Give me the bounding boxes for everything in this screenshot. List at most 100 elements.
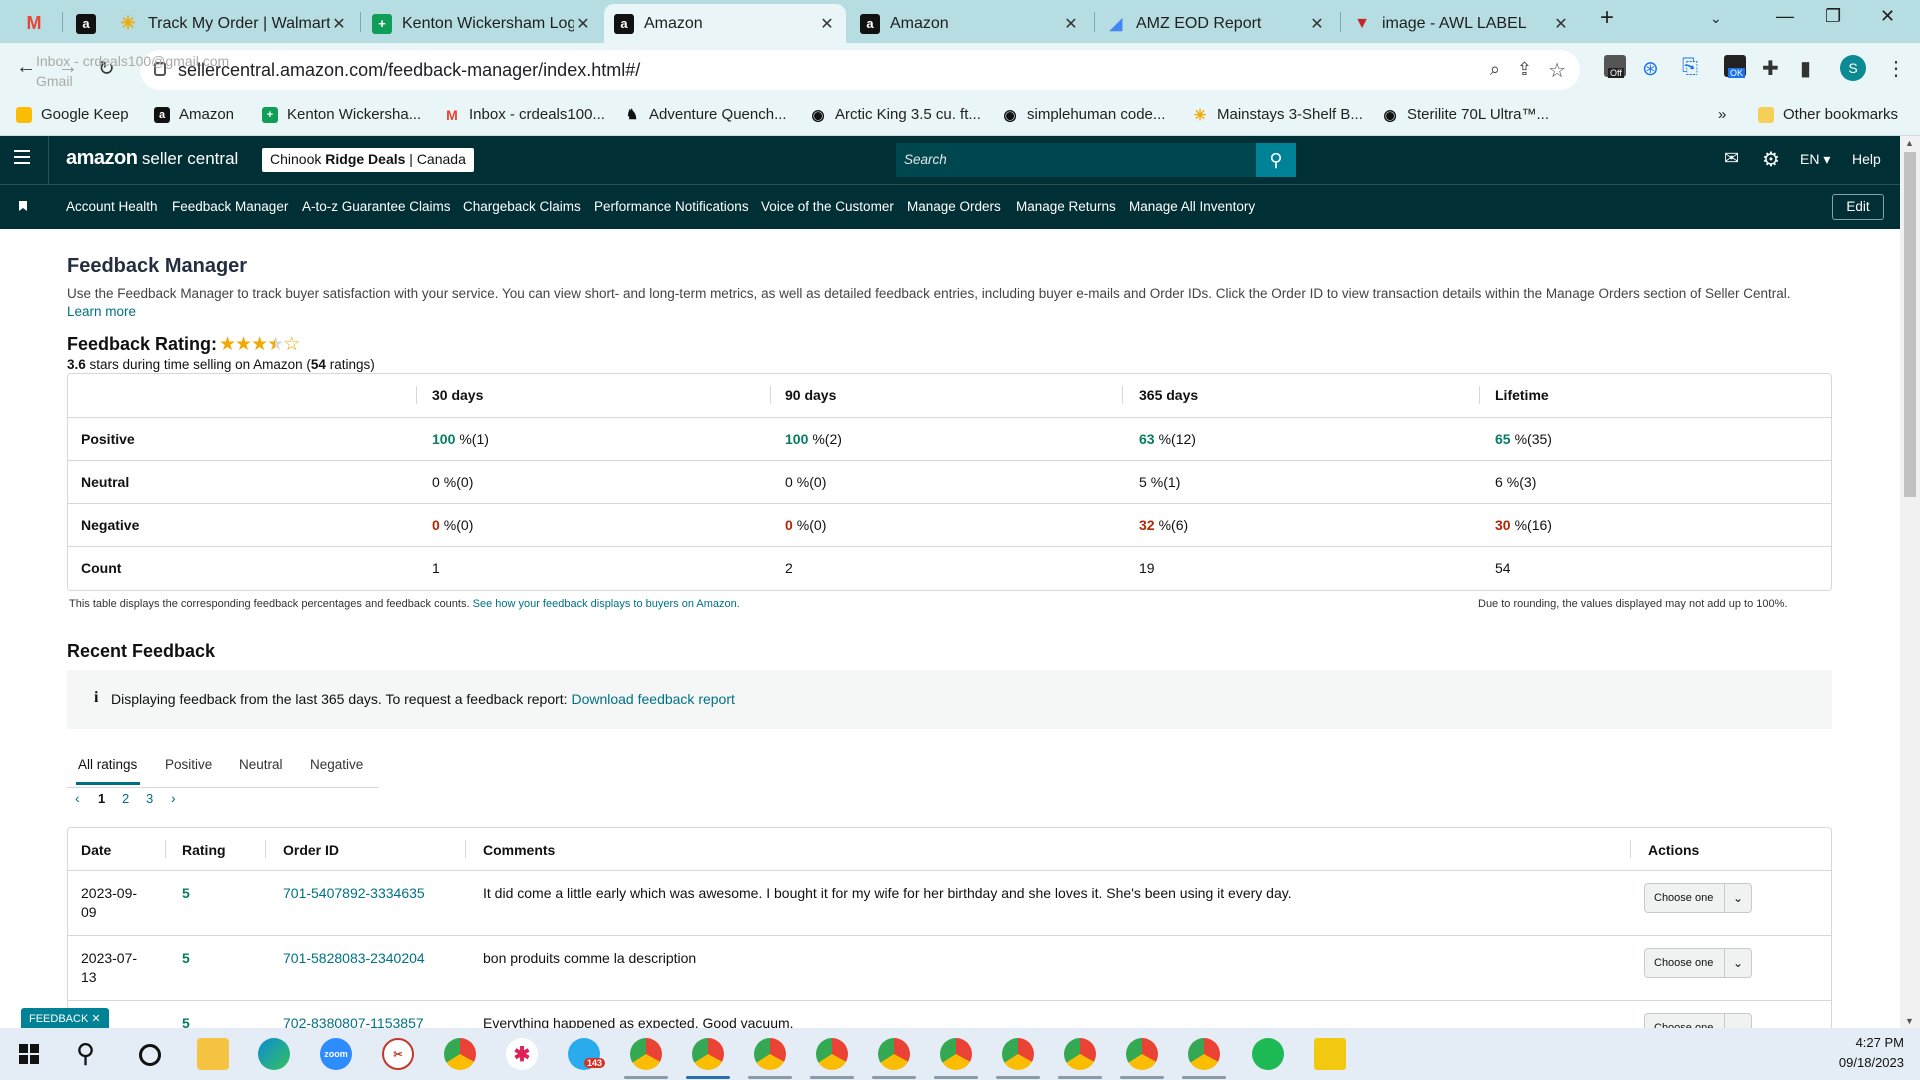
task-view-icon[interactable] [139, 1044, 161, 1066]
bookmark-google-keep[interactable]: Google Keep [16, 106, 129, 123]
side-panel-icon[interactable]: ▮ [1800, 56, 1811, 81]
tab-awl-label[interactable]: ▼ image - AWL LABEL ✕ [1342, 4, 1580, 43]
tab-amazon-2[interactable]: a Amazon ✕ [850, 4, 1090, 43]
new-tab-button[interactable]: + [1600, 4, 1614, 32]
tab-all-ratings[interactable]: All ratings [78, 757, 137, 772]
bookmark-arctic-king[interactable]: ◉ Arctic King 3.5 cu. ft... [810, 106, 980, 124]
clock-date[interactable]: 09/18/2023 [1800, 1055, 1904, 1070]
chrome-profile-icon[interactable] [1126, 1038, 1158, 1070]
mail-icon[interactable]: ✉ [1724, 148, 1739, 169]
bookmark-inbox[interactable]: M Inbox - crdeals100... [444, 106, 605, 123]
seller-central-logo[interactable]: amazon seller central [66, 147, 238, 170]
scroll-up-icon[interactable]: ▲ [1905, 138, 1914, 148]
pagination-prev-icon[interactable]: ‹ [75, 790, 80, 806]
close-window-button[interactable]: ✕ [1880, 6, 1895, 27]
nav-manage-orders[interactable]: Manage Orders [907, 199, 1001, 214]
restore-button[interactable]: ❐ [1825, 6, 1841, 27]
slack-icon[interactable]: ✱ [506, 1038, 538, 1070]
extension-clip-icon[interactable]: ⎘ [1682, 56, 1698, 79]
star-icon[interactable]: ☆ [1548, 58, 1566, 83]
account-switcher[interactable]: Chinook Ridge Deals | Canada [262, 148, 474, 172]
tab-eod-report[interactable]: ◢ AMZ EOD Report ✕ [1096, 4, 1336, 43]
learn-more-link[interactable]: Learn more [67, 304, 136, 319]
extension-circle-icon[interactable]: ⊛ [1642, 56, 1659, 81]
chrome-profile-icon[interactable] [630, 1038, 662, 1070]
pagination-next-icon[interactable]: › [171, 790, 176, 806]
bookmarks-overflow-icon[interactable]: » [1718, 106, 1726, 123]
edit-nav-button[interactable]: Edit [1832, 194, 1884, 220]
scroll-down-icon[interactable]: ▼ [1905, 1016, 1914, 1026]
clock-time[interactable]: 4:27 PM [1800, 1035, 1904, 1050]
menu-kebab-icon[interactable]: ⋮ [1886, 56, 1906, 81]
pagination-page-3[interactable]: 3 [146, 791, 153, 806]
bookmark-adventure[interactable]: ♞ Adventure Quench... [624, 106, 787, 123]
nav-feedback-manager[interactable]: Feedback Manager [172, 199, 288, 214]
search-button[interactable]: ⚲ [1256, 143, 1296, 177]
file-explorer-icon[interactable] [197, 1038, 229, 1070]
chrome-profile-icon[interactable] [1002, 1038, 1034, 1070]
close-icon[interactable]: ✕ [818, 14, 836, 34]
back-icon[interactable]: ← [16, 56, 36, 79]
chrome-profile-icon[interactable] [754, 1038, 786, 1070]
page-scrollbar[interactable]: ▲ ▼ [1900, 136, 1920, 1028]
pagination-page-1[interactable]: 1 [98, 791, 105, 806]
close-icon[interactable]: ✕ [330, 14, 348, 34]
bookmark-amazon[interactable]: a Amazon [154, 106, 234, 123]
bookmark-other[interactable]: Other bookmarks [1758, 106, 1898, 123]
nav-manage-inventory[interactable]: Manage All Inventory [1129, 199, 1255, 214]
extension-ok-icon[interactable]: OK [1724, 55, 1746, 78]
tab-kenton-log[interactable]: + Kenton Wickersham Log ✕ [362, 4, 602, 43]
hamburger-menu-icon[interactable] [14, 150, 30, 164]
tab-positive[interactable]: Positive [165, 757, 212, 772]
zoom-icon[interactable]: ⌕ [1490, 59, 1500, 80]
tab-search-icon[interactable]: ⌄ [1710, 10, 1722, 27]
download-feedback-report-link[interactable]: Download feedback report [571, 691, 734, 707]
windows-start-icon[interactable] [19, 1044, 39, 1064]
actions-dropdown[interactable]: Choose one⌄ [1644, 883, 1752, 913]
tab-neutral[interactable]: Neutral [239, 757, 283, 772]
tab-amazon-pinned[interactable]: a [66, 4, 106, 43]
bookmark-icon[interactable] [19, 201, 27, 211]
address-bar[interactable]: sellercentral.amazon.com/feedback-manage… [140, 50, 1580, 90]
profile-avatar[interactable]: S [1840, 55, 1866, 81]
search-icon[interactable]: ⚲ [76, 1038, 95, 1069]
nav-account-health[interactable]: Account Health [66, 199, 158, 214]
help-link[interactable]: Help [1852, 151, 1881, 167]
chrome-icon[interactable] [444, 1038, 476, 1070]
edge-icon[interactable] [258, 1038, 290, 1070]
chrome-profile-icon[interactable] [940, 1038, 972, 1070]
settings-gear-icon[interactable]: ⚙ [1762, 147, 1780, 172]
bookmark-simplehuman[interactable]: ◉ simplehuman code... [1002, 106, 1165, 124]
close-icon[interactable]: ✕ [91, 1013, 100, 1025]
search-input[interactable]: Search [896, 143, 1256, 177]
spotify-icon[interactable] [1252, 1038, 1284, 1070]
language-selector[interactable]: EN ▾ [1800, 151, 1830, 168]
nav-chargeback-claims[interactable]: Chargeback Claims [463, 199, 581, 214]
extension-off-icon[interactable]: Off [1604, 55, 1626, 78]
tab-negative[interactable]: Negative [310, 757, 363, 772]
order-id-link[interactable]: 701-5828083-2340204 [283, 950, 425, 966]
bookmark-mainstays[interactable]: ✳ Mainstays 3-Shelf B... [1192, 106, 1363, 124]
chrome-profile-icon[interactable] [816, 1038, 848, 1070]
tab-walmart[interactable]: ✳ Track My Order | Walmart ✕ [108, 4, 358, 43]
close-icon[interactable]: ✕ [1308, 14, 1326, 34]
chrome-profile-icon[interactable] [878, 1038, 910, 1070]
scrollbar-thumb[interactable] [1904, 152, 1916, 497]
pagination-page-2[interactable]: 2 [122, 791, 129, 806]
extensions-puzzle-icon[interactable]: ✚ [1762, 56, 1779, 81]
actions-dropdown[interactable]: Choose one⌄ [1644, 948, 1752, 978]
tab-amazon-active[interactable]: a Amazon ✕ [604, 4, 846, 43]
close-icon[interactable]: ✕ [574, 14, 592, 34]
share-icon[interactable]: ⇪ [1517, 59, 1532, 80]
nav-performance-notifications[interactable]: Performance Notifications [594, 199, 749, 214]
nav-manage-returns[interactable]: Manage Returns [1016, 199, 1116, 214]
bookmark-sterilite[interactable]: ◉ Sterilite 70L Ultra™... [1382, 106, 1549, 124]
chrome-profile-icon[interactable] [1064, 1038, 1096, 1070]
bookmark-kenton[interactable]: + Kenton Wickersha... [262, 106, 421, 123]
order-id-link[interactable]: 701-5407892-3334635 [283, 885, 425, 901]
see-how-feedback-displays-link[interactable]: See how your feedback displays to buyers… [473, 598, 740, 610]
snipping-tool-icon[interactable]: ✂ [382, 1038, 414, 1070]
minimize-button[interactable]: — [1776, 6, 1794, 27]
feedback-widget-tab[interactable]: FEEDBACK ✕ [21, 1008, 109, 1030]
close-icon[interactable]: ✕ [1552, 14, 1570, 34]
